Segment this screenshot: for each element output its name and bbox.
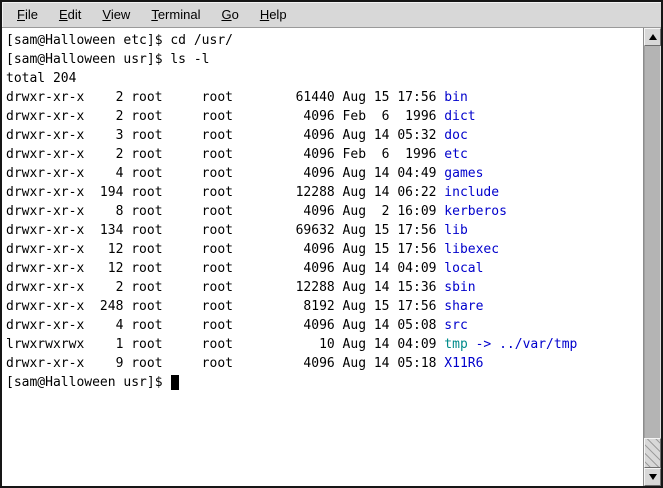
file-row: drwxr-xr-x 248 root root 8192 Aug 15 17:… [6, 297, 643, 316]
window-content: [sam@Halloween etc]$ cd /usr/[sam@Hallow… [2, 28, 661, 486]
file-row: drwxr-xr-x 2 root root 4096 Feb 6 1996 d… [6, 107, 643, 126]
vertical-scrollbar[interactable] [643, 28, 661, 486]
file-name: kerberos [444, 204, 507, 219]
menu-item-help[interactable]: Help [250, 3, 298, 26]
scroll-down-button[interactable] [644, 468, 661, 486]
file-row: drwxr-xr-x 194 root root 12288 Aug 14 06… [6, 183, 643, 202]
file-row: drwxr-xr-x 9 root root 4096 Aug 14 05:18… [6, 354, 643, 373]
file-name: bin [444, 90, 467, 105]
scroll-up-button[interactable] [644, 28, 661, 46]
file-name: X11R6 [444, 356, 483, 371]
file-name: include [444, 185, 499, 200]
file-name: dict [444, 109, 475, 124]
terminal-window: FileEditViewTerminalGoHelp [sam@Hallowee… [0, 0, 663, 488]
symlink-target: -> ../var/tmp [468, 337, 578, 352]
file-name: etc [444, 147, 467, 162]
file-row: drwxr-xr-x 3 root root 4096 Aug 14 05:32… [6, 126, 643, 145]
file-name: src [444, 318, 467, 333]
terminal-line: total 204 [6, 69, 643, 88]
menu-item-edit[interactable]: Edit [49, 3, 92, 26]
terminal-line: [sam@Halloween usr]$ ls -l [6, 50, 643, 69]
arrow-up-icon [649, 34, 657, 40]
file-name: lib [444, 223, 467, 238]
file-row: drwxr-xr-x 4 root root 4096 Aug 14 04:49… [6, 164, 643, 183]
scrollbar-thumb[interactable] [644, 438, 661, 468]
terminal-line: [sam@Halloween etc]$ cd /usr/ [6, 31, 643, 50]
file-row: drwxr-xr-x 134 root root 69632 Aug 15 17… [6, 221, 643, 240]
file-row: drwxr-xr-x 4 root root 4096 Aug 14 05:08… [6, 316, 643, 335]
menu-item-mnemonic: F [17, 7, 25, 22]
file-name: share [444, 299, 483, 314]
file-name: tmp [444, 337, 467, 352]
menu-item-mnemonic: V [102, 7, 110, 22]
terminal-output[interactable]: [sam@Halloween etc]$ cd /usr/[sam@Hallow… [2, 28, 643, 486]
terminal-cursor [171, 375, 179, 390]
file-row: drwxr-xr-x 12 root root 4096 Aug 14 04:0… [6, 259, 643, 278]
menu-item-mnemonic: H [260, 7, 269, 22]
menu-item-terminal[interactable]: Terminal [141, 3, 211, 26]
menu-item-view[interactable]: View [92, 3, 141, 26]
file-name: sbin [444, 280, 475, 295]
arrow-down-icon [649, 474, 657, 480]
file-row: drwxr-xr-x 2 root root 61440 Aug 15 17:5… [6, 88, 643, 107]
file-row: drwxr-xr-x 8 root root 4096 Aug 2 16:09 … [6, 202, 643, 221]
file-row: drwxr-xr-x 2 root root 4096 Feb 6 1996 e… [6, 145, 643, 164]
prompt-line: [sam@Halloween usr]$ [6, 373, 643, 392]
file-name: local [444, 261, 483, 276]
file-row: drwxr-xr-x 12 root root 4096 Aug 15 17:5… [6, 240, 643, 259]
menu-item-file[interactable]: File [7, 3, 49, 26]
file-row: drwxr-xr-x 2 root root 12288 Aug 14 15:3… [6, 278, 643, 297]
menu-item-mnemonic: E [59, 7, 68, 22]
menu-item-mnemonic: G [221, 7, 231, 22]
scrollbar-track[interactable] [644, 46, 661, 468]
menu-item-go[interactable]: Go [211, 3, 249, 26]
menu-item-mnemonic: T [151, 7, 158, 22]
file-name: games [444, 166, 483, 181]
file-row: lrwxrwxrwx 1 root root 10 Aug 14 04:09 t… [6, 335, 643, 354]
menubar: FileEditViewTerminalGoHelp [2, 2, 661, 28]
file-name: doc [444, 128, 467, 143]
file-name: libexec [444, 242, 499, 257]
